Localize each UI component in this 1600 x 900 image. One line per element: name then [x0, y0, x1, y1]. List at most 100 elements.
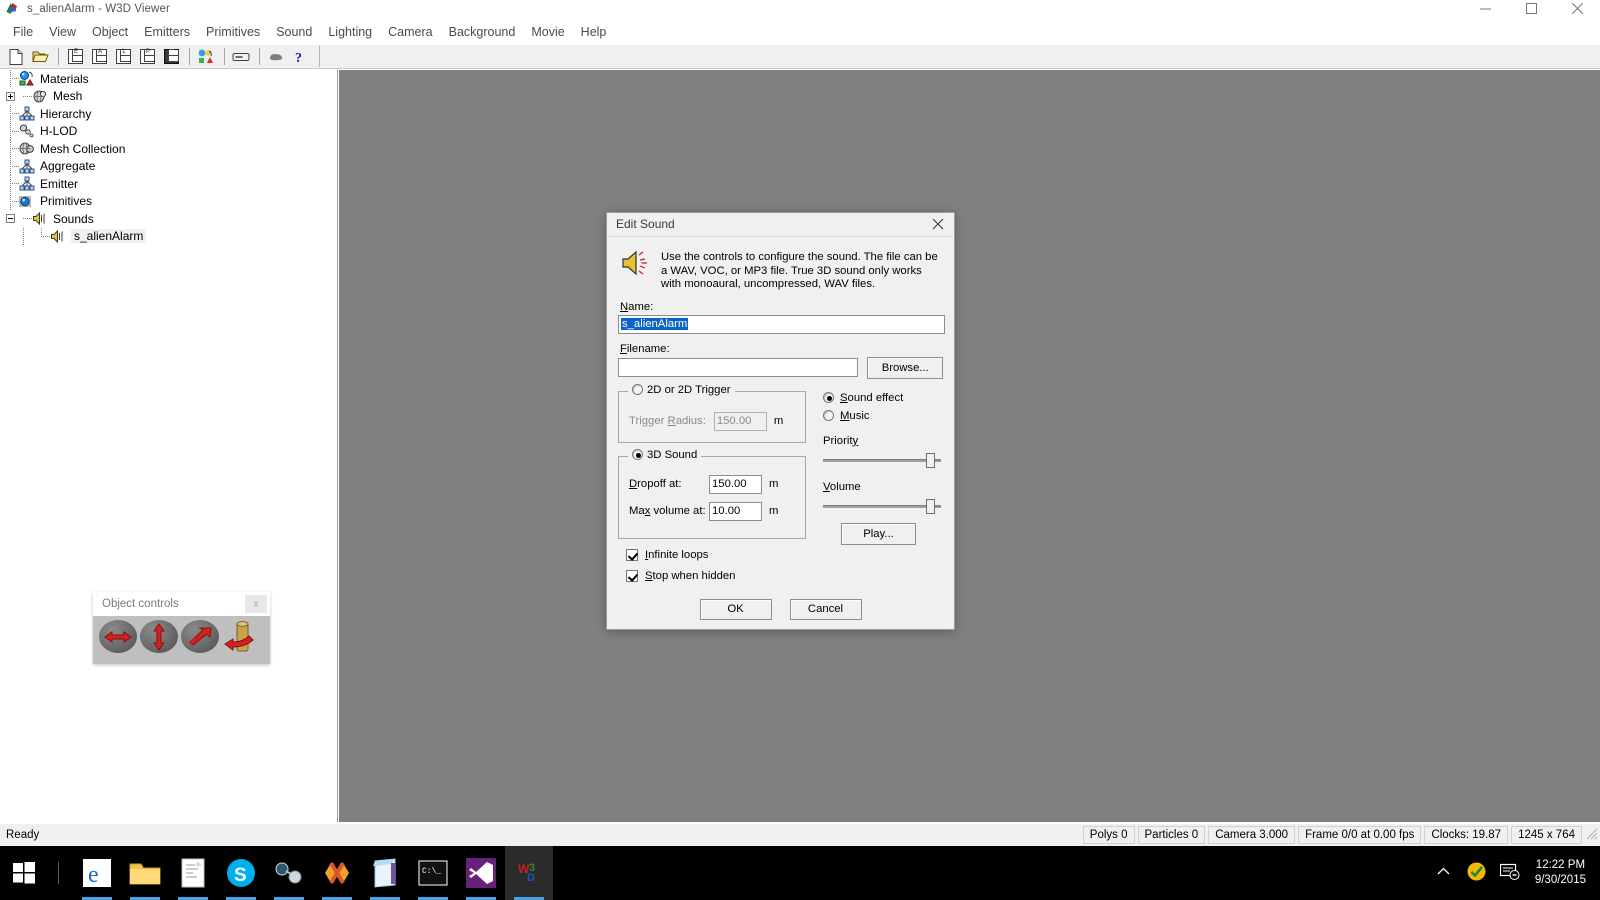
minimize-icon[interactable] — [1462, 0, 1508, 17]
infinite-loops-row[interactable]: Infinite loops — [626, 549, 943, 561]
browse-button[interactable]: Browse... — [867, 357, 943, 379]
zoom-button[interactable] — [181, 620, 219, 653]
ok-button[interactable]: OK — [700, 599, 772, 620]
onenote-icon[interactable] — [361, 846, 409, 900]
tree-item-hierarchy[interactable]: Hierarchy — [0, 105, 337, 123]
export-p-icon[interactable]: P — [136, 46, 158, 67]
stop-when-hidden-checkbox[interactable] — [626, 570, 638, 582]
tree-item-mesh-collection[interactable]: Mesh Collection — [0, 140, 337, 158]
maxvolume-input[interactable]: 10.00 — [709, 502, 762, 521]
device-icon[interactable] — [230, 46, 252, 67]
internet-explorer-icon[interactable]: e — [73, 846, 121, 900]
expand-mesh-icon[interactable] — [6, 92, 15, 101]
tree-item-aggregate[interactable]: Aggregate — [0, 158, 337, 176]
close-icon[interactable] — [922, 213, 954, 235]
volume-slider-thumb[interactable] — [926, 499, 935, 514]
open-folder-icon[interactable] — [29, 46, 51, 67]
tree-item-h-lod[interactable]: H-LOD — [0, 123, 337, 141]
sound-effect-radio[interactable] — [823, 392, 834, 403]
spy-glasses-icon[interactable] — [265, 846, 313, 900]
menu-sound[interactable]: Sound — [268, 24, 320, 40]
menu-background[interactable]: Background — [441, 24, 524, 40]
volume-label: Volume — [823, 481, 941, 493]
menu-object[interactable]: Object — [84, 24, 136, 40]
priority-slider-thumb[interactable] — [926, 453, 935, 468]
blob-icon[interactable] — [265, 46, 287, 67]
status-pane-camera: Camera 3.000 — [1208, 826, 1295, 844]
sound-effect-radio-row[interactable]: Sound effect — [823, 392, 941, 404]
pan-horizontal-button[interactable] — [99, 620, 137, 653]
music-radio[interactable] — [823, 410, 834, 421]
file-explorer-icon[interactable] — [121, 846, 169, 900]
export-a-icon[interactable]: A — [88, 46, 110, 67]
menu-view[interactable]: View — [41, 24, 84, 40]
menu-help[interactable]: Help — [573, 24, 615, 40]
tree-item-emitter[interactable]: Emitter — [0, 175, 337, 193]
play-button[interactable]: Play... — [841, 523, 916, 545]
dialog-buttons: OK Cancel — [618, 599, 943, 620]
sound3d-groupbox: 3D Sound Dropoff at: 150.00 m Max volume… — [618, 456, 806, 539]
infinite-loops-checkbox[interactable] — [626, 549, 638, 561]
tree-item-sounds[interactable]: Sounds — [0, 210, 337, 228]
asset-tree-panel[interactable]: Materials Mesh — [0, 70, 338, 822]
help-icon[interactable]: ? — [289, 46, 311, 67]
tree-item-materials[interactable]: Materials — [0, 70, 337, 88]
maxvolume-value: 10.00 — [712, 505, 740, 517]
collapse-sounds-icon[interactable] — [6, 214, 15, 223]
show-hidden-icons-icon[interactable] — [1427, 867, 1460, 879]
volume-slider[interactable] — [823, 498, 941, 514]
filename-input[interactable] — [618, 358, 858, 377]
notepad-document-icon[interactable] — [169, 846, 217, 900]
stop-when-hidden-label: Stop when hidden — [645, 570, 735, 582]
w3d-viewer-icon[interactable]: W 3 D — [505, 846, 553, 900]
rotate-button[interactable] — [222, 620, 262, 653]
antivirus-shield-icon[interactable] — [1460, 862, 1493, 884]
windows-start-icon[interactable] — [0, 846, 48, 900]
tree-item-primitives[interactable]: Primitives — [0, 193, 337, 211]
resize-grip-icon[interactable] — [1584, 826, 1600, 844]
svg-text:C:\_: C:\_ — [422, 867, 441, 876]
dropoff-input[interactable]: 150.00 — [709, 475, 762, 494]
close-icon[interactable] — [1554, 0, 1600, 17]
pan-vertical-button[interactable] — [140, 620, 178, 653]
maximize-icon[interactable] — [1508, 0, 1554, 17]
tree-item-s-alienalarm[interactable]: s_alienAlarm — [0, 228, 337, 246]
stop-when-hidden-row[interactable]: Stop when hidden — [626, 570, 943, 582]
dropoff-row: Dropoff at: 150.00 m — [619, 457, 805, 494]
taskbar-clock[interactable]: 12:22 PM 9/30/2015 — [1527, 858, 1600, 888]
menu-movie[interactable]: Movie — [523, 24, 572, 40]
export-e-icon[interactable]: E — [64, 46, 86, 67]
sound3d-radio[interactable] — [632, 449, 643, 460]
trigger-radius-input[interactable]: 150.00 — [714, 412, 767, 431]
menu-emitters[interactable]: Emitters — [136, 24, 198, 40]
dialog-description: Use the controls to configure the sound.… — [661, 249, 941, 292]
menu-camera[interactable]: Camera — [380, 24, 440, 40]
name-input[interactable]: s_alienAlarm — [618, 315, 945, 334]
menu-primitives[interactable]: Primitives — [198, 24, 268, 40]
animation-settings-icon[interactable] — [195, 46, 217, 67]
music-radio-row[interactable]: Music — [823, 410, 941, 422]
priority-slider[interactable] — [823, 452, 941, 468]
command-prompt-icon[interactable]: C:\_ — [409, 846, 457, 900]
mesh-collection-icon — [19, 141, 36, 156]
tree-item-mesh[interactable]: Mesh — [0, 88, 337, 106]
new-file-icon[interactable] — [5, 46, 27, 67]
export-l-icon[interactable]: L — [112, 46, 134, 67]
trigger-radius-value: 150.00 — [717, 415, 752, 427]
skype-icon[interactable]: S — [217, 846, 265, 900]
object-controls-palette[interactable]: Object controls x — [93, 592, 270, 664]
dropoff-unit: m — [769, 478, 778, 490]
trigger-radio[interactable] — [632, 384, 643, 395]
menu-file[interactable]: File — [5, 24, 41, 40]
toolbar: E A L P S — [0, 45, 1600, 69]
save-screenshot-icon[interactable]: S — [160, 46, 182, 67]
action-center-icon[interactable] — [1493, 863, 1527, 883]
close-icon[interactable]: x — [245, 595, 267, 613]
visual-studio-icon[interactable] — [457, 846, 505, 900]
menu-lighting[interactable]: Lighting — [320, 24, 380, 40]
cancel-button[interactable]: Cancel — [790, 599, 862, 620]
edit-sound-dialog[interactable]: Edit Sound Use the controls to configure… — [606, 212, 955, 630]
xamarin-icon[interactable] — [313, 846, 361, 900]
toolbar-end-divider — [319, 46, 320, 67]
render-viewport[interactable] — [339, 70, 1600, 822]
